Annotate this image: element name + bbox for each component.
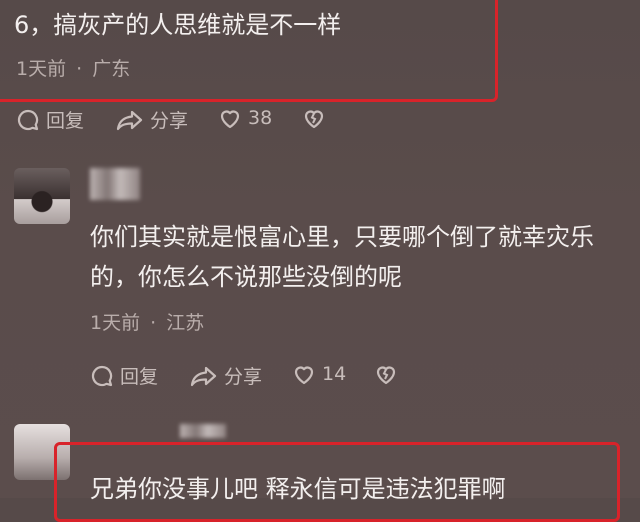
heart-icon (294, 366, 314, 385)
comment-2-avatar[interactable] (14, 168, 70, 224)
share-label: 分享 (224, 366, 263, 388)
comment-1-location: 广东 (92, 58, 131, 80)
comment-3-username[interactable] (180, 424, 226, 438)
share-label: 分享 (150, 110, 189, 132)
comment-2-meta: 1天前 · 江苏 (90, 308, 204, 335)
share-arrow-icon (116, 110, 143, 130)
comment-3-text: 兄弟你没事儿吧 释永信可是违法犯罪啊 (90, 475, 506, 503)
comment-2-text-line-2: 的，你怎么不说那些没倒的呢 (90, 263, 402, 291)
reply-bubble-icon (17, 109, 39, 130)
comment-1-like-button[interactable]: 38 (218, 106, 272, 130)
comment-2-text-line-1: 你们其实就是恨富心里，只要哪个倒了就幸灾乐 (90, 223, 594, 251)
reply-label: 回复 (46, 110, 85, 132)
comment-2-username[interactable] (90, 168, 140, 200)
comment-1-text: 6，搞灰产的人思维就是不一样 (14, 11, 342, 39)
like-count: 38 (248, 107, 273, 129)
comment-2-dislike-button[interactable] (374, 362, 398, 386)
comment-2-time: 1天前 (90, 312, 141, 334)
comment-1-time: 1天前 (16, 58, 67, 80)
like-count: 14 (322, 363, 347, 385)
broken-heart-icon (304, 110, 324, 129)
reply-label: 回复 (120, 366, 159, 388)
meta-separator: · (76, 58, 83, 80)
comment-1-reply-button[interactable]: 回复 (16, 106, 84, 133)
comment-2-location: 江苏 (166, 312, 205, 334)
reply-bubble-icon (91, 365, 113, 386)
comment-2-like-button[interactable]: 14 (292, 362, 346, 386)
comment-1-meta: 1天前 · 广东 (16, 54, 130, 81)
broken-heart-icon (376, 366, 396, 385)
comment-2-reply-button[interactable]: 回复 (90, 362, 158, 389)
comment-1-dislike-button[interactable] (302, 106, 326, 130)
comment-2-share-button[interactable]: 分享 (190, 362, 262, 389)
avatar-image (14, 168, 70, 224)
heart-icon (220, 110, 240, 129)
share-arrow-icon (190, 366, 217, 386)
comment-1-share-button[interactable]: 分享 (116, 106, 188, 133)
meta-separator: · (150, 312, 157, 334)
